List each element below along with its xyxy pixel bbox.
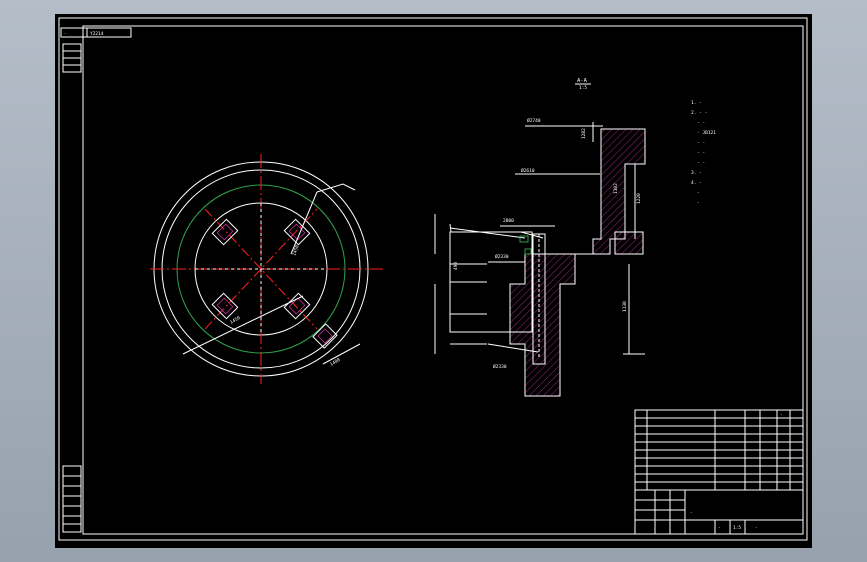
top-label-block: - Y2214	[60, 27, 132, 38]
title-drawing-no: -	[755, 526, 758, 531]
dim-1282: 1282	[581, 128, 587, 139]
note-5: - -	[697, 141, 705, 146]
plan-dim-3: 1400	[329, 357, 342, 368]
note-11: -	[697, 201, 700, 206]
title-scale: 1:5	[733, 525, 741, 531]
note-9: 4. -	[691, 180, 702, 186]
note-2: 2. - -	[691, 110, 707, 116]
note-7: - -	[697, 161, 705, 166]
section-view: A-A 1:5 Ø2740 Ø2610 1282 2800 Ø2330 490 …	[434, 78, 646, 397]
plan-dim-2: 1450	[229, 315, 242, 326]
dim-dia-2610: Ø2610	[521, 167, 535, 174]
section-label-name: A-A	[577, 78, 588, 84]
dim-dia-2330-top: Ø2330	[495, 253, 509, 260]
dim-1130: 1130	[622, 301, 628, 312]
note-3: - -	[697, 121, 705, 126]
section-label-scale: 1:5	[579, 85, 587, 91]
title-block: - - 1:5 - -	[634, 409, 804, 535]
cad-drawing: - Y2214 1450 1450 1400 A-A 1:5 Ø2740 Ø26…	[58, 17, 808, 541]
title-material: -	[718, 526, 721, 531]
drawing-viewport[interactable]: - Y2214 1450 1450 1400 A-A 1:5 Ø2740 Ø26…	[55, 14, 812, 548]
note-1: 1. -	[691, 100, 702, 106]
note-8: 3. -	[691, 170, 702, 176]
technical-notes: 1. - 2. - - - - - JB121 - - - - - - 3. -…	[691, 100, 716, 206]
note-10: -	[697, 191, 700, 196]
parts-list	[635, 410, 803, 491]
note-4: - JB121	[697, 130, 716, 136]
top-label-code: -	[64, 32, 67, 37]
title-sheet: -	[780, 413, 783, 418]
dim-1102: 1102	[613, 183, 619, 194]
title-name: -	[690, 511, 693, 516]
plan-view: 1450 1450 1400	[150, 154, 383, 384]
dim-1220: 1220	[636, 193, 642, 204]
dim-dia-2740: Ø2740	[527, 117, 541, 124]
sheet-outer-border	[58, 17, 808, 541]
top-label-name: Y2214	[90, 31, 104, 37]
binding-strip	[62, 43, 82, 533]
note-6: - -	[697, 151, 705, 156]
dim-490: 490	[453, 262, 459, 270]
cad-application-window: - Y2214 1450 1450 1400 A-A 1:5 Ø2740 Ø26…	[0, 0, 867, 562]
dim-2800: 2800	[503, 218, 514, 224]
dim-dia-2330-bottom: Ø2330	[493, 363, 507, 370]
